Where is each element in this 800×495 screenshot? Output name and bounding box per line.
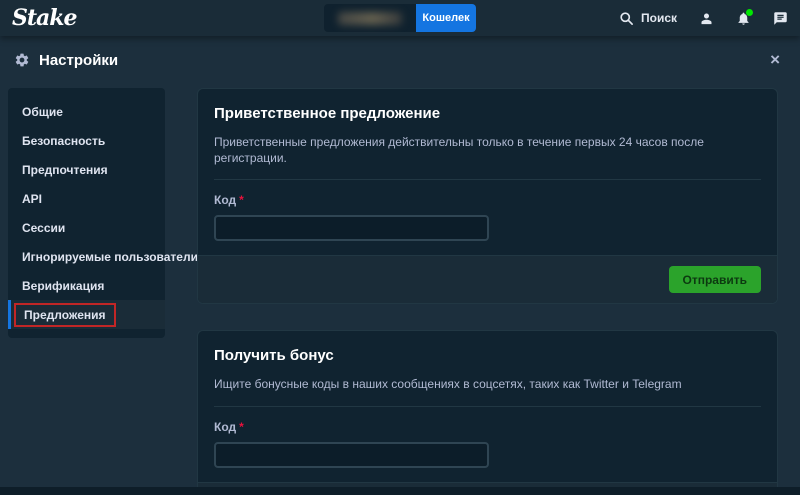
bonus-code-input[interactable] [214,442,489,468]
gear-icon [14,52,30,68]
notifications-button[interactable] [736,11,751,26]
code-field-label: Код* [214,420,244,434]
sidebar-item-offers[interactable]: Предложения [8,300,165,329]
sidebar-item-general[interactable]: Общие [8,97,165,126]
search-icon [619,11,634,26]
redacted-balance-blur [338,12,402,25]
offers-content: Приветственное предложение Приветственны… [197,88,778,495]
notification-dot [746,9,753,16]
card-title: Приветственное предложение [214,105,761,122]
card-description: Приветственные предложения действительны… [214,134,761,166]
wallet-button[interactable]: Кошелек [416,4,476,32]
page-title: Настройки [39,52,118,69]
card-description: Ищите бонусные коды в наших сообщениях в… [214,376,761,392]
balance-group: Кошелек [324,4,476,32]
required-asterisk: * [239,193,244,207]
search-button[interactable]: Поиск [619,11,677,26]
submit-button[interactable]: Отправить [669,266,761,293]
close-icon[interactable]: × [764,50,786,70]
topbar: Stake Кошелек Поиск [0,0,800,36]
settings-sidebar: Общие Безопасность Предпочтения API Сесс… [8,88,165,338]
divider [214,179,761,180]
divider [214,406,761,407]
page-bottom-edge [0,487,800,495]
stake-logo[interactable]: Stake [12,5,77,31]
sidebar-item-ignored-users[interactable]: Игнорируемые пользователи [8,242,165,271]
required-asterisk: * [239,420,244,434]
code-field-label: Код* [214,193,244,207]
card-title: Получить бонус [214,347,761,364]
topbar-actions: Поиск [619,11,788,26]
search-label: Поиск [641,11,677,25]
settings-body: Общие Безопасность Предпочтения API Сесс… [0,84,800,495]
card-footer: Отправить [198,255,777,303]
user-icon[interactable] [699,11,714,26]
chat-icon[interactable] [773,11,788,26]
sidebar-item-verification[interactable]: Верификация [8,271,165,300]
balance-display[interactable] [324,4,416,32]
settings-header: Настройки × [0,36,800,84]
welcome-offer-card: Приветственное предложение Приветственны… [197,88,778,304]
sidebar-item-preferences[interactable]: Предпочтения [8,155,165,184]
sidebar-item-sessions[interactable]: Сессии [8,213,165,242]
sidebar-item-security[interactable]: Безопасность [8,126,165,155]
claim-bonus-card: Получить бонус Ищите бонусные коды в наш… [197,330,778,495]
sidebar-item-api[interactable]: API [8,184,165,213]
welcome-code-input[interactable] [214,215,489,241]
red-annotation-box: Предложения [14,303,116,327]
